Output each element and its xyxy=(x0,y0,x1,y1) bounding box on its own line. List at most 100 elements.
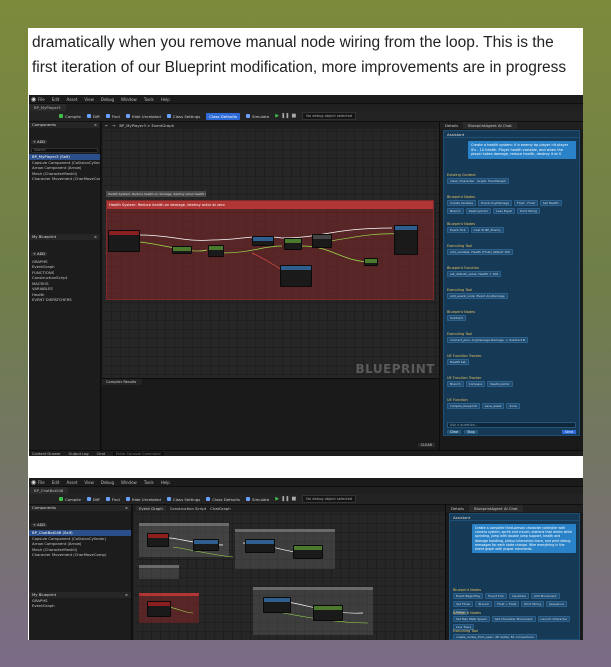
menu-help[interactable]: Help xyxy=(161,480,170,485)
tool-call-chip[interactable]: Event BeginPlay xyxy=(453,593,484,599)
event-graph-canvas[interactable]: ← → BP_MyPlayer3 > EventGraph Health Sys… xyxy=(102,122,439,450)
close-icon[interactable]: × xyxy=(125,592,128,598)
menu-window[interactable]: Window xyxy=(121,480,137,485)
tool-call-chip[interactable]: Float - Float xyxy=(514,200,538,206)
close-icon[interactable]: × xyxy=(94,122,97,128)
compile-button[interactable]: Compile xyxy=(59,497,81,502)
node-subtract[interactable] xyxy=(208,245,224,257)
tab-details[interactable]: Details xyxy=(446,505,469,512)
tool-call-chip[interactable]: Compare xyxy=(465,381,486,387)
add-member-button[interactable]: + ADD xyxy=(31,251,48,256)
chat-input[interactable]: Ask a question... xyxy=(447,422,576,428)
tool-call-chip[interactable]: save_asset xyxy=(481,403,505,409)
node-destroy-actor[interactable] xyxy=(394,225,418,255)
tool-call-chip[interactable]: InputAxis xyxy=(508,593,529,599)
debug-object-dropdown[interactable]: No debug object selected xyxy=(302,112,357,120)
menu-file[interactable]: File xyxy=(38,480,45,485)
event-graph-canvas[interactable]: Event Graph Construction Script ChatGrap… xyxy=(133,505,445,640)
graph-node[interactable] xyxy=(245,539,275,553)
tool-call-chip[interactable]: DestroyActor xyxy=(465,208,492,214)
tool-call-chip[interactable]: Cast To BP_Enemy xyxy=(470,227,504,233)
close-icon[interactable]: × xyxy=(125,505,128,511)
compile-button[interactable]: Compile xyxy=(59,114,81,119)
hide-unrelated-button[interactable]: Hide Unrelated xyxy=(125,114,161,119)
stop-button[interactable]: Stop xyxy=(464,429,478,434)
tool-call-chip[interactable]: Event Tick xyxy=(447,227,469,233)
component-item[interactable]: Character Movement (CharMoveComp) xyxy=(29,176,100,182)
menu-tools[interactable]: Tools xyxy=(144,97,154,102)
my-blueprint-item[interactable]: EventGraph xyxy=(29,603,131,609)
tool-call-chip[interactable]: DestroyActor xyxy=(487,381,513,387)
graph-node[interactable] xyxy=(313,605,343,621)
hide-unrelated-button[interactable]: Hide Unrelated xyxy=(125,497,161,502)
tool-call-chip[interactable]: Sequence xyxy=(546,601,567,607)
menu-view[interactable]: View xyxy=(84,97,94,102)
graph-node[interactable] xyxy=(147,533,169,547)
find-button[interactable]: Find xyxy=(105,114,120,119)
output-log-button[interactable]: Output Log xyxy=(69,452,89,456)
class-settings-button[interactable]: Class Settings xyxy=(166,497,200,502)
compiler-results-tab[interactable]: Compiler Results xyxy=(102,379,142,385)
tool-call-chip[interactable]: add_event_node: Event AnyDamage xyxy=(447,293,508,299)
simulate-button[interactable]: Simulate xyxy=(246,497,269,502)
stop-icon[interactable]: ■ xyxy=(291,113,296,119)
graph-node[interactable] xyxy=(263,597,291,613)
graph-node[interactable] xyxy=(293,545,323,559)
menu-window[interactable]: Window xyxy=(121,97,137,102)
menu-edit[interactable]: Edit xyxy=(52,480,60,485)
node-event-any-damage[interactable] xyxy=(108,230,140,252)
tool-call-chip[interactable]: Create Variable xyxy=(447,200,477,206)
tool-call-chip[interactable]: connect_pins: AnyDamage.Damage -> Subtra… xyxy=(447,337,528,343)
content-drawer-button[interactable]: Content Drawer xyxy=(32,452,61,456)
menu-asset[interactable]: Asset xyxy=(66,97,77,102)
tab-blueprint[interactable]: BP_MyPlayer3 xyxy=(29,104,66,111)
menu-edit[interactable]: Edit xyxy=(52,97,60,102)
tab-blueprint[interactable]: BP_ChatBot046 xyxy=(29,487,69,494)
tool-call-chip[interactable]: compile_blueprint xyxy=(447,403,480,409)
menu-asset[interactable]: Asset xyxy=(66,480,77,485)
diff-button[interactable]: Diff xyxy=(86,497,100,502)
pause-icon[interactable]: ❚❚ xyxy=(281,496,289,502)
class-defaults-button[interactable]: Class Defaults xyxy=(206,112,241,120)
tool-call-chip[interactable]: Print String xyxy=(517,208,540,214)
tool-call-chip[interactable]: Set Max Walk Speed xyxy=(453,616,490,622)
node-less-equal[interactable] xyxy=(284,238,302,250)
menu-tools[interactable]: Tools xyxy=(144,480,154,485)
find-button[interactable]: Find xyxy=(105,497,120,502)
class-settings-button[interactable]: Class Settings xyxy=(166,114,200,119)
cmd-button[interactable]: Cmd xyxy=(97,452,105,456)
tool-call-chip[interactable]: Health Set xyxy=(447,359,469,365)
tool-call-chip[interactable]: add_variable: Health (Float) default 100 xyxy=(447,249,513,255)
tab-details[interactable]: Details xyxy=(440,122,463,129)
tab-assistant[interactable]: BlueprintAgent AI Chat xyxy=(463,122,517,129)
play-icon[interactable]: ▶ xyxy=(275,496,279,502)
add-component-button[interactable]: + ADD xyxy=(31,523,48,527)
menu-debug[interactable]: Debug xyxy=(101,480,114,485)
pause-icon[interactable]: ❚❚ xyxy=(281,113,289,119)
tool-call-chip[interactable]: Get Character Movement xyxy=(491,616,536,622)
tool-call-chip[interactable]: Launch Character xyxy=(537,616,571,622)
play-icon[interactable]: ▶ xyxy=(275,113,279,119)
add-component-button[interactable]: + ADD xyxy=(31,140,48,144)
send-button[interactable]: Send xyxy=(561,429,576,434)
tool-call-chip[interactable]: Branch xyxy=(475,601,493,607)
tool-call-chip[interactable]: Less Equal xyxy=(493,208,516,214)
menu-file[interactable]: File xyxy=(38,97,45,102)
tool-call-chip[interactable]: Float > Float xyxy=(494,601,520,607)
simulate-button[interactable]: Simulate xyxy=(246,114,269,119)
tool-call-chip[interactable]: Add Movement xyxy=(530,593,560,599)
menu-debug[interactable]: Debug xyxy=(101,97,114,102)
node-get-health[interactable] xyxy=(172,246,192,254)
node-branch[interactable] xyxy=(312,234,332,248)
console-input[interactable]: Enter Console Command xyxy=(112,451,164,456)
tool-call-chip[interactable]: Print String xyxy=(521,601,545,607)
menu-view[interactable]: View xyxy=(84,480,94,485)
graph-node[interactable] xyxy=(193,539,219,551)
graph-node[interactable] xyxy=(147,601,171,617)
tool-call-chip[interactable]: Event Tick xyxy=(485,593,507,599)
diff-button[interactable]: Diff xyxy=(86,114,100,119)
debug-object-dropdown[interactable]: No debug object selected xyxy=(302,495,357,503)
close-icon[interactable]: × xyxy=(94,234,97,240)
class-defaults-button[interactable]: Class Defaults xyxy=(206,497,240,502)
tool-call-chip[interactable]: Set Timer xyxy=(453,601,474,607)
